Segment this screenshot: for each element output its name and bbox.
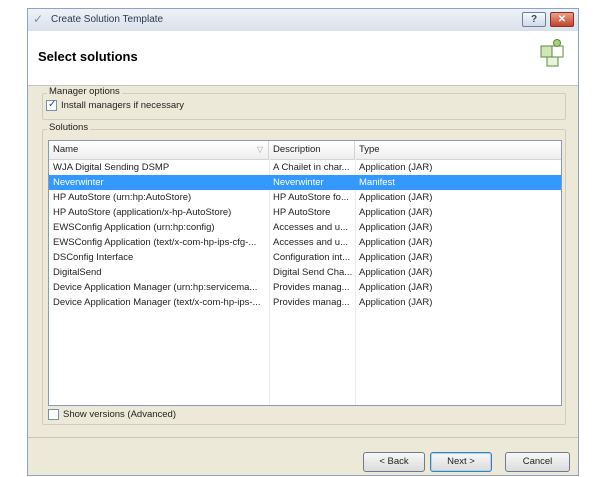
puzzle-icon: [540, 39, 564, 67]
cell-type: Application (JAR): [359, 267, 433, 278]
cell-description: HP AutoStore: [273, 207, 331, 218]
column-description-label: Description: [273, 144, 321, 155]
help-button[interactable]: ?: [522, 12, 546, 27]
table-row[interactable]: EWSConfig Application (urn:hp:config) Acc…: [49, 220, 561, 235]
show-versions-checkbox[interactable]: [48, 409, 59, 420]
table-row[interactable]: Device Application Manager (text/x-com-h…: [49, 295, 561, 310]
app-icon: ✓: [33, 12, 44, 26]
install-managers-label[interactable]: Install managers if necessary: [61, 100, 184, 111]
cell-name: Device Application Manager (urn:hp:servi…: [53, 282, 258, 293]
cell-name: EWSConfig Application (text/x-com-hp-ips…: [53, 237, 257, 248]
table-row[interactable]: DigitalSend Digital Send Cha... Applicatio…: [49, 265, 561, 280]
cell-type: Application (JAR): [359, 297, 433, 308]
cell-type: Application (JAR): [359, 192, 433, 203]
back-button[interactable]: < Back: [363, 452, 425, 472]
column-type-label: Type: [359, 144, 380, 155]
next-button[interactable]: Next >: [430, 452, 492, 472]
cell-type: Application (JAR): [359, 222, 433, 233]
column-name-label: Name: [53, 144, 79, 155]
cell-name: DSConfig Interface: [53, 252, 134, 263]
cell-type: Application (JAR): [359, 162, 433, 173]
cell-description: Accesses and u...: [273, 237, 348, 248]
cell-description: HP AutoStore fo...: [273, 192, 349, 203]
column-description-header[interactable]: Description: [269, 141, 355, 159]
cell-name: Device Application Manager (text/x-com-h…: [53, 297, 261, 308]
cell-name: Neverwinter: [53, 177, 104, 188]
table-row[interactable]: EWSConfig Application (text/x-com-hp-ips…: [49, 235, 561, 250]
cell-description: Configuration int...: [273, 252, 351, 263]
solutions-label: Solutions: [47, 122, 91, 133]
cell-description: Provides manag...: [273, 297, 350, 308]
cell-description: A Chailet in char...: [273, 162, 350, 173]
cell-type: Application (JAR): [359, 207, 433, 218]
page-title: Select solutions: [38, 49, 138, 64]
table-row[interactable]: WJA Digital Sending DSMP A Chailet in cha…: [49, 160, 561, 175]
cell-description: Neverwinter: [273, 177, 324, 188]
table-row[interactable]: Device Application Manager (urn:hp:servi…: [49, 280, 561, 295]
checkmark-icon: ✓: [48, 99, 57, 110]
sort-icon: ▽: [256, 145, 263, 154]
cell-type: Application (JAR): [359, 282, 433, 293]
cell-type: Manifest: [359, 177, 395, 188]
manager-options-label: Manager options: [47, 86, 122, 97]
dialog-window: ✓ Create Solution Template ? ✕ Select so…: [27, 8, 579, 476]
column-name-header[interactable]: Name ▽: [49, 141, 269, 159]
cell-name: HP AutoStore (urn:hp:AutoStore): [53, 192, 192, 203]
title-bar[interactable]: ✓ Create Solution Template ? ✕: [28, 9, 578, 32]
table-row[interactable]: HP AutoStore (urn:hp:AutoStore) HP AutoSt…: [49, 190, 561, 205]
cell-name: HP AutoStore (application/x-hp-AutoStore…: [53, 207, 232, 218]
wizard-header: Select solutions: [28, 31, 578, 86]
cell-type: Application (JAR): [359, 237, 433, 248]
cell-description: Provides manag...: [273, 282, 350, 293]
cell-description: Accesses and u...: [273, 222, 348, 233]
cell-type: Application (JAR): [359, 252, 433, 263]
show-versions-label[interactable]: Show versions (Advanced): [63, 409, 176, 420]
column-type-header[interactable]: Type: [355, 141, 561, 159]
close-button[interactable]: ✕: [550, 12, 574, 27]
cell-name: EWSConfig Application (urn:hp:config): [53, 222, 215, 233]
list-header: Name ▽ Description Type: [49, 141, 561, 160]
table-row[interactable]: Neverwinter Neverwinter Manifest: [49, 175, 561, 190]
solutions-list[interactable]: Name ▽ Description Type WJA Digital Send…: [48, 140, 562, 406]
window-title: Create Solution Template: [51, 14, 164, 25]
cell-description: Digital Send Cha...: [273, 267, 353, 278]
cell-name: DigitalSend: [53, 267, 102, 278]
cancel-button[interactable]: Cancel: [505, 452, 570, 472]
table-row[interactable]: DSConfig Interface Configuration int... Ap…: [49, 250, 561, 265]
footer-divider: [28, 437, 578, 438]
cell-name: WJA Digital Sending DSMP: [53, 162, 170, 173]
install-managers-checkbox[interactable]: ✓: [46, 99, 57, 111]
table-row[interactable]: HP AutoStore (application/x-hp-AutoStore…: [49, 205, 561, 220]
